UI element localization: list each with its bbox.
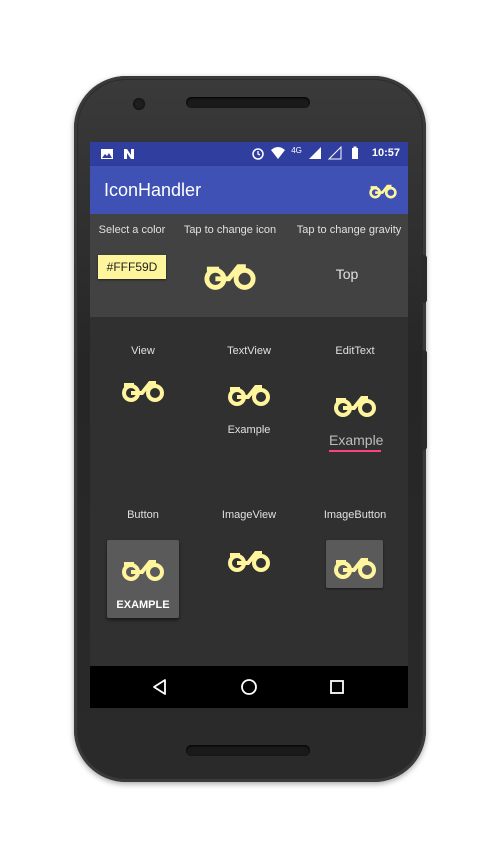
motorcycle-icon xyxy=(334,396,376,417)
motorcycle-icon xyxy=(228,551,270,572)
button-label: Button xyxy=(127,509,159,521)
example-imagebutton[interactable] xyxy=(326,540,383,588)
view-label: View xyxy=(131,345,155,357)
n-icon xyxy=(124,149,134,159)
signal-empty-icon xyxy=(327,146,342,160)
app-bar: IconHandler xyxy=(90,166,408,214)
image-icon xyxy=(101,149,113,159)
controls-panel: Select a color Tap to change icon Tap to… xyxy=(90,214,408,317)
network-type: 4G xyxy=(291,145,302,155)
edittext-label: EditText xyxy=(335,345,375,357)
select-color-label: Select a color xyxy=(98,224,166,236)
app-title: IconHandler xyxy=(104,180,202,200)
volume-button xyxy=(422,350,427,450)
edittext-input[interactable]: Example xyxy=(329,432,383,448)
gravity-button[interactable]: Top xyxy=(320,266,374,282)
motorcycle-icon xyxy=(122,381,164,402)
motorcycle-icon xyxy=(228,385,270,406)
alarm-icon xyxy=(252,148,264,160)
imagebutton-label: ImageButton xyxy=(323,509,387,521)
example-button[interactable]: EXAMPLE xyxy=(107,540,179,618)
front-camera xyxy=(133,98,145,110)
home-icon[interactable] xyxy=(239,677,259,697)
navigation-bar xyxy=(90,666,408,708)
button-text: EXAMPLE xyxy=(116,599,170,611)
top-speaker xyxy=(186,97,310,108)
screen: 4G 10:57 IconHandler Select a color Tap … xyxy=(90,142,408,708)
imageview-label: ImageView xyxy=(221,509,277,521)
clock: 10:57 xyxy=(371,147,400,159)
power-button xyxy=(422,255,427,303)
motorcycle-icon xyxy=(122,560,164,581)
textview-label: TextView xyxy=(227,345,271,357)
textview-text: Example xyxy=(227,424,271,436)
battery-icon xyxy=(351,146,358,159)
motorcycle-icon[interactable] xyxy=(368,180,398,200)
recents-icon[interactable] xyxy=(327,677,347,697)
change-icon-label: Tap to change icon xyxy=(183,224,277,236)
bottom-speaker xyxy=(186,745,310,756)
signal-icon xyxy=(308,147,321,159)
back-icon[interactable] xyxy=(150,677,170,697)
motorcycle-icon[interactable] xyxy=(202,256,258,292)
motorcycle-icon xyxy=(334,558,376,579)
color-picker-button[interactable]: #FFF59D xyxy=(98,255,166,279)
change-gravity-label: Tap to change gravity xyxy=(296,224,402,236)
status-bar: 4G 10:57 xyxy=(90,142,408,166)
wifi-icon xyxy=(271,147,286,159)
edittext-underline xyxy=(329,450,381,452)
